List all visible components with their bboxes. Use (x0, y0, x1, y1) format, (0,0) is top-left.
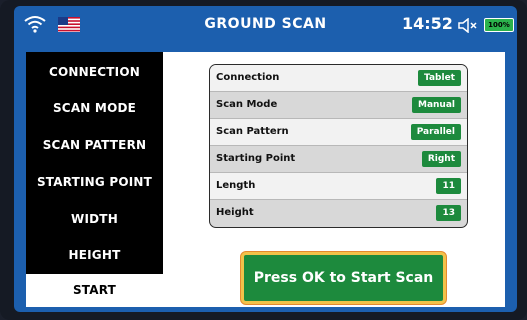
device-frame: GROUND SCAN 14:52 100% CONNECTION SCAN M… (0, 0, 527, 320)
sidebar-menu: CONNECTION SCAN MODE SCAN PATTERN STARTI… (26, 52, 163, 307)
settings-row: Height 13 (210, 200, 467, 227)
battery-icon: 100% (484, 18, 514, 32)
battery-percent: 100% (488, 21, 510, 29)
start-scan-button[interactable]: Press OK to Start Scan (241, 252, 446, 304)
settings-row-label: Length (216, 180, 256, 191)
content-panel: Connection Tablet Scan Mode Manual Scan … (163, 52, 505, 307)
sidebar-item-scan-mode[interactable]: SCAN MODE (26, 90, 163, 126)
settings-row-value: 13 (436, 205, 461, 221)
settings-row: Length 11 (210, 173, 467, 200)
sidebar-item-starting-point[interactable]: STARTING POINT (26, 164, 163, 200)
settings-row-label: Scan Mode (216, 99, 278, 110)
settings-row-label: Connection (216, 72, 280, 83)
settings-row-label: Starting Point (216, 153, 296, 164)
settings-row: Scan Mode Manual (210, 92, 467, 119)
settings-row-value: 11 (436, 178, 461, 194)
settings-row-value: Parallel (410, 124, 461, 140)
settings-row: Starting Point Right (210, 146, 467, 173)
settings-row: Scan Pattern Parallel (210, 119, 467, 146)
speaker-muted-icon[interactable] (457, 18, 479, 33)
settings-row-value: Right (421, 151, 461, 167)
status-bar: GROUND SCAN 14:52 100% (14, 6, 517, 44)
screen: GROUND SCAN 14:52 100% CONNECTION SCAN M… (14, 6, 517, 312)
settings-row-value: Manual (411, 97, 461, 113)
settings-row-label: Scan Pattern (216, 126, 289, 137)
clock-time: 14:52 (402, 14, 453, 33)
settings-summary-table: Connection Tablet Scan Mode Manual Scan … (209, 64, 468, 228)
sidebar-item-height[interactable]: HEIGHT (26, 237, 163, 273)
sidebar-item-width[interactable]: WIDTH (26, 201, 163, 237)
sidebar-item-connection[interactable]: CONNECTION (26, 54, 163, 90)
settings-row-value: Tablet (418, 70, 461, 86)
settings-row: Connection Tablet (210, 65, 467, 92)
sidebar-item-start[interactable]: START (26, 274, 163, 307)
settings-row-label: Height (216, 207, 254, 218)
sidebar-item-scan-pattern[interactable]: SCAN PATTERN (26, 127, 163, 163)
